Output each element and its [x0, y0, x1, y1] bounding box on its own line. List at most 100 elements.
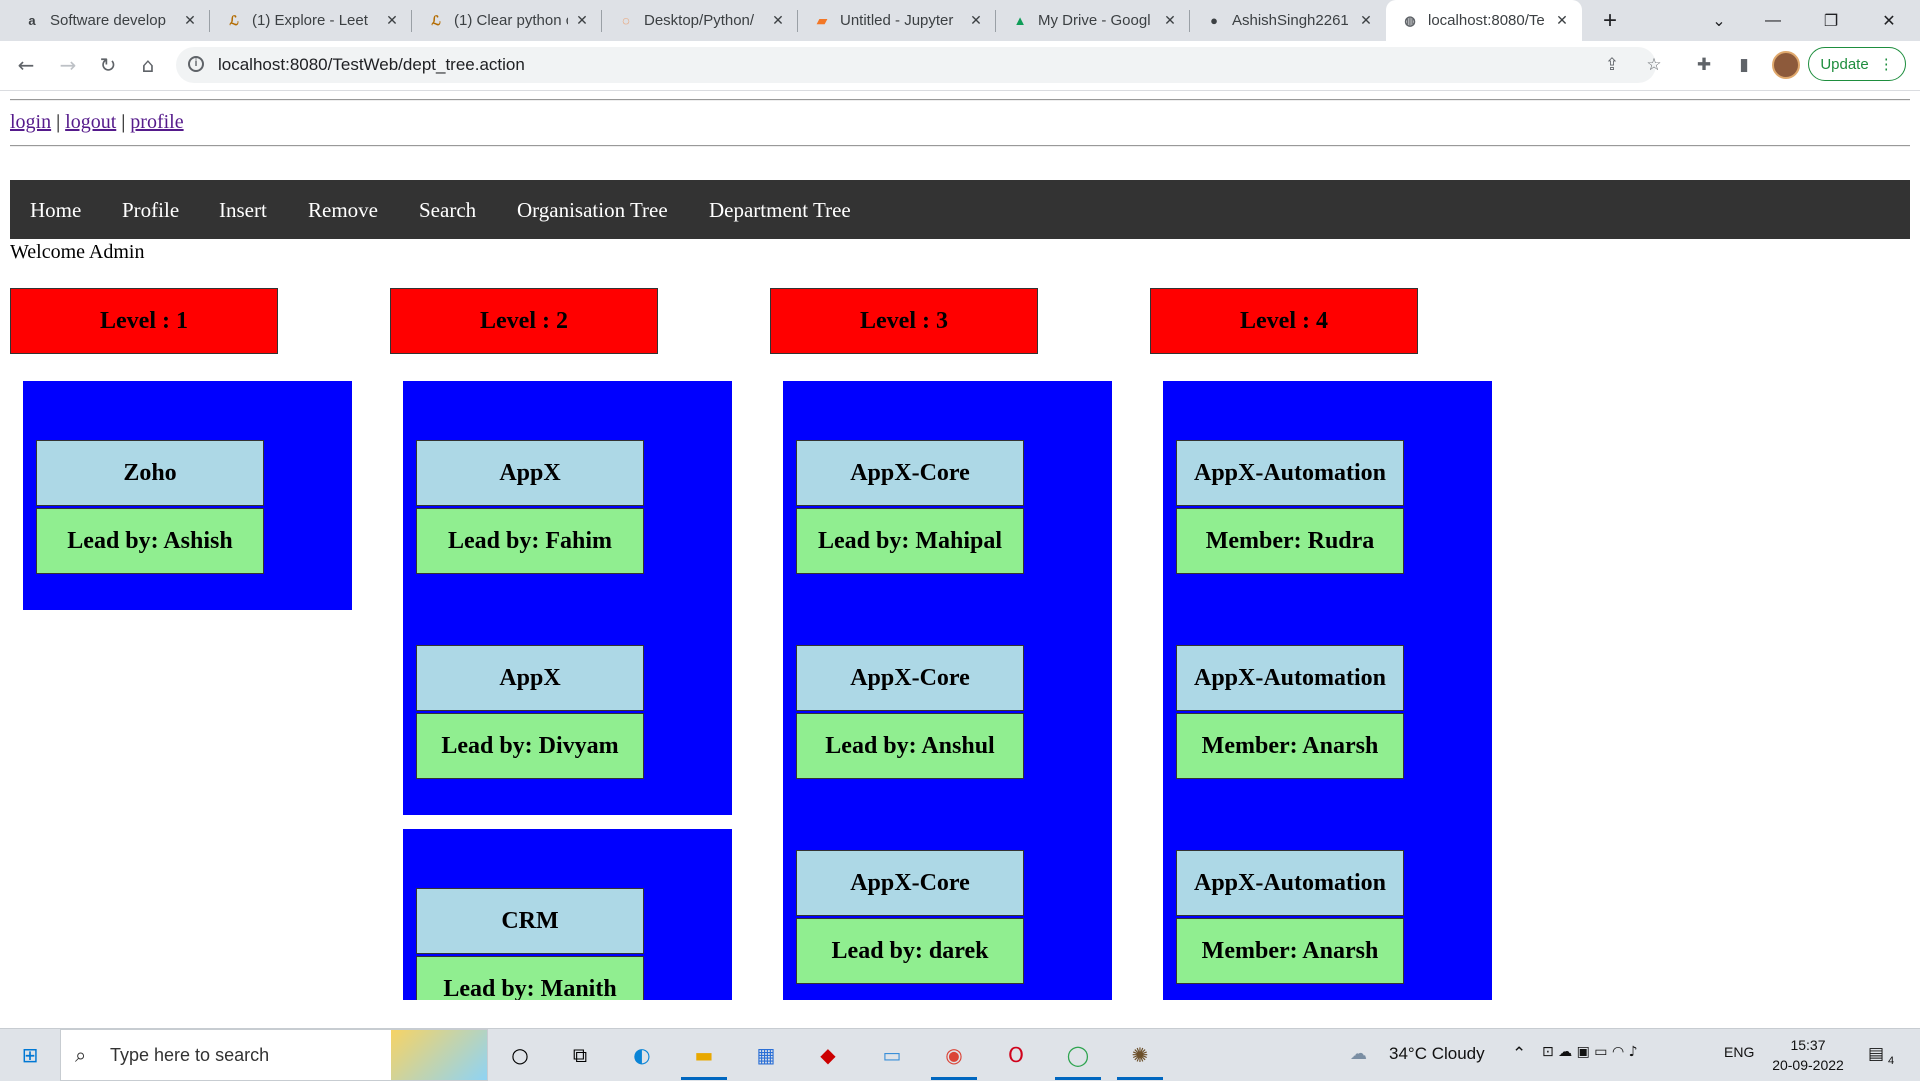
language-indicator[interactable]: ENG — [1724, 1044, 1754, 1060]
department-name: AppX-Automation — [1176, 440, 1404, 506]
jupyter-icon: ◌ — [622, 13, 630, 28]
link-separator: | — [56, 111, 61, 133]
tab-search-chevron-icon[interactable]: ⌄ — [1692, 0, 1746, 41]
address-bar[interactable]: i localhost:8080/TestWeb/dept_tree.actio… — [176, 47, 1662, 83]
tab-title: AshishSingh2261 — [1232, 12, 1349, 29]
nav-search[interactable]: Search — [419, 198, 476, 223]
notification-icon[interactable]: ▤ — [1868, 1044, 1884, 1064]
remote-desktop-icon[interactable]: ▭ — [876, 1039, 908, 1071]
tab-title: Software develop — [50, 12, 166, 29]
side-panel-icon[interactable]: ▮ — [1732, 53, 1756, 77]
profile-link[interactable]: profile — [130, 111, 183, 133]
minimize-icon[interactable]: — — [1746, 0, 1800, 41]
department-node[interactable]: AppX-Core Lead by: Mahipal — [796, 440, 1024, 574]
department-node[interactable]: AppX-Core Lead by: darek — [796, 850, 1024, 984]
amazon-icon: a — [28, 13, 36, 28]
tab-title: My Drive - Googl — [1038, 12, 1151, 29]
department-lead: Lead by: Fahim — [416, 508, 644, 574]
clock-time: 15:37 — [1790, 1037, 1826, 1053]
close-tab-icon[interactable]: ✕ — [1358, 12, 1374, 29]
tab-jupyter-desktop[interactable]: ◌ Desktop/Python/ ✕ — [602, 0, 798, 41]
department-node[interactable]: CRM Lead by: Manith — [416, 888, 644, 1000]
tray-icons[interactable]: ⊡ ☁ ▣ ▭ ◠ ♪ — [1542, 1044, 1638, 1060]
chrome-icon[interactable]: ◉ — [938, 1039, 970, 1071]
jupyter-notebook-icon: ▰ — [817, 12, 827, 28]
url-text[interactable]: localhost:8080/TestWeb/dept_tree.action — [218, 55, 525, 75]
tab-localhost-active[interactable]: ◍ localhost:8080/Te ✕ — [1386, 0, 1582, 41]
nav-profile[interactable]: Profile — [122, 198, 179, 223]
close-tab-icon[interactable]: ✕ — [384, 12, 400, 29]
back-arrow-icon[interactable]: ← — [10, 49, 42, 81]
department-lead: Lead by: Divyam — [416, 713, 644, 779]
tab-amazon[interactable]: a Software develop ✕ — [8, 0, 210, 41]
department-name: AppX — [416, 440, 644, 506]
new-tab-icon[interactable]: + — [1584, 0, 1636, 41]
tab-leetcode-explore[interactable]: ℒ (1) Explore - Leet ✕ — [210, 0, 412, 41]
tab-google-drive[interactable]: ▲ My Drive - Googl ✕ — [996, 0, 1190, 41]
department-node[interactable]: AppX-Core Lead by: Anshul — [796, 645, 1024, 779]
cortana-icon[interactable]: ○ — [504, 1039, 536, 1071]
department-node[interactable]: Zoho Lead by: Ashish — [36, 440, 264, 574]
tab-jupyter-untitled[interactable]: ▰ Untitled - Jupyter ✕ — [798, 0, 996, 41]
department-node[interactable]: AppX-Automation Member: Anarsh — [1176, 645, 1404, 779]
department-node[interactable]: AppX Lead by: Fahim — [416, 440, 644, 574]
divider-top — [10, 99, 1910, 101]
extensions-puzzle-icon[interactable]: ✚ — [1692, 53, 1716, 77]
nav-department-tree[interactable]: Department Tree — [709, 198, 851, 223]
maximize-icon[interactable]: ❐ — [1804, 0, 1858, 41]
globe-icon: ◍ — [1404, 12, 1416, 28]
login-link[interactable]: login — [10, 111, 51, 133]
department-node[interactable]: AppX-Automation Member: Anarsh — [1176, 850, 1404, 984]
tray-chevron-icon[interactable]: ⌃ — [1512, 1044, 1526, 1064]
close-tab-icon[interactable]: ✕ — [968, 12, 984, 29]
close-tab-icon[interactable]: ✕ — [770, 12, 786, 29]
site-info-icon[interactable]: i — [188, 56, 204, 72]
tab-leetcode-python[interactable]: ℒ (1) Clear python c ✕ — [412, 0, 602, 41]
department-node[interactable]: AppX-Automation Member: Rudra — [1176, 440, 1404, 574]
home-icon[interactable]: ⌂ — [132, 49, 164, 81]
close-tab-icon[interactable]: ✕ — [1162, 12, 1178, 29]
tab-github[interactable]: ● AshishSingh2261 ✕ — [1190, 0, 1386, 41]
level-4-header: Level : 4 — [1150, 288, 1418, 354]
taskbar-search[interactable]: ⌕ Type here to search — [60, 1029, 488, 1081]
bookmark-star-icon[interactable]: ☆ — [1642, 53, 1666, 77]
file-explorer-icon[interactable]: ▬ — [688, 1039, 720, 1071]
close-tab-icon[interactable]: ✕ — [1554, 12, 1570, 29]
close-tab-icon[interactable]: ✕ — [574, 12, 590, 29]
forward-arrow-icon[interactable]: → — [52, 49, 84, 81]
weather-text[interactable]: 34°C Cloudy — [1389, 1044, 1485, 1064]
close-tab-icon[interactable]: ✕ — [182, 12, 198, 29]
menu-dots-icon: ⋮ — [1878, 56, 1894, 73]
reload-icon[interactable]: ↻ — [92, 49, 124, 81]
nav-insert[interactable]: Insert — [219, 198, 267, 223]
department-group: CRM Lead by: Manith — [403, 829, 732, 1000]
share-icon[interactable]: ⇪ — [1600, 53, 1624, 77]
browser-tab-strip: a Software develop ✕ ℒ (1) Explore - Lee… — [0, 0, 1920, 41]
cloud-weather-icon[interactable]: ☁ — [1350, 1044, 1367, 1064]
windows-start-icon[interactable]: ⊞ — [14, 1039, 46, 1071]
department-group: AppX Lead by: Fahim AppX Lead by: Divyam — [403, 381, 732, 815]
nav-home[interactable]: Home — [30, 198, 81, 223]
game-app-icon[interactable]: ◆ — [812, 1039, 844, 1071]
department-member: Member: Anarsh — [1176, 918, 1404, 984]
microsoft-store-icon[interactable]: ▦ — [750, 1039, 782, 1071]
opera-icon[interactable]: O — [1000, 1039, 1032, 1071]
logout-link[interactable]: logout — [65, 111, 116, 133]
app-icon[interactable]: ✺ — [1124, 1039, 1156, 1071]
task-view-icon[interactable]: ⧉ — [564, 1039, 596, 1071]
page-viewport: login | logout | profile Home Profile In… — [0, 91, 1920, 1000]
department-member: Member: Rudra — [1176, 508, 1404, 574]
department-name: AppX-Automation — [1176, 850, 1404, 916]
window-close-icon[interactable]: ✕ — [1862, 0, 1916, 41]
department-name: AppX-Core — [796, 645, 1024, 711]
profile-avatar[interactable] — [1772, 51, 1800, 79]
clock[interactable]: 15:37 20-09-2022 — [1768, 1035, 1848, 1075]
tab-title: localhost:8080/Te — [1428, 12, 1545, 29]
sync-app-icon[interactable]: ◯ — [1062, 1039, 1094, 1071]
nav-organisation-tree[interactable]: Organisation Tree — [517, 198, 668, 223]
update-button[interactable]: Update ⋮ — [1808, 47, 1906, 81]
edge-icon[interactable]: ◐ — [626, 1039, 658, 1071]
department-node[interactable]: AppX Lead by: Divyam — [416, 645, 644, 779]
nav-remove[interactable]: Remove — [308, 198, 378, 223]
department-group: AppX-Core Lead by: Mahipal AppX-Core Lea… — [783, 381, 1112, 1000]
